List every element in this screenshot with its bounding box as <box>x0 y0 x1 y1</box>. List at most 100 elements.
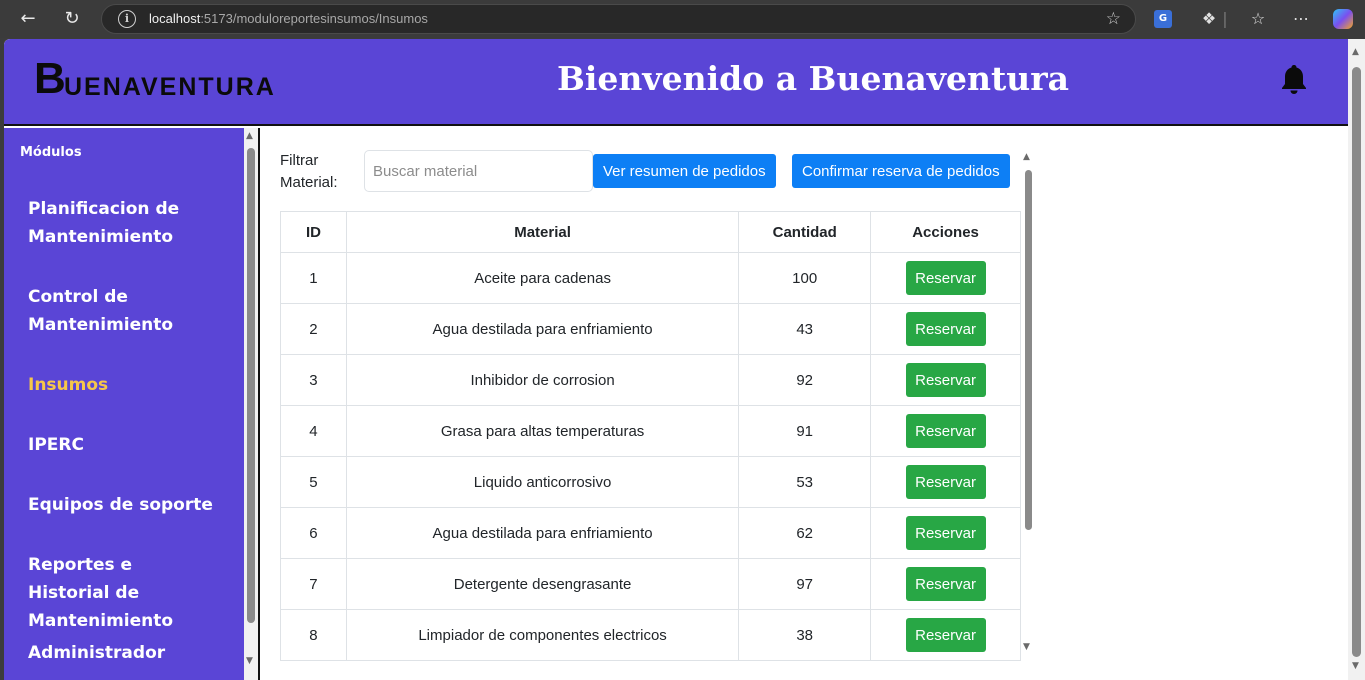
reserve-button[interactable]: Reservar <box>905 414 986 448</box>
more-icon[interactable]: ⋯ <box>1290 8 1312 30</box>
site-info-icon[interactable]: i <box>118 10 136 28</box>
cell-cantidad: 91 <box>738 405 872 457</box>
page-scrollbar[interactable]: ▲ ▼ <box>1348 39 1365 680</box>
column-header-cantidad: Cantidad <box>738 211 872 253</box>
search-material-input[interactable] <box>364 150 593 192</box>
reserve-button[interactable]: Reservar <box>905 312 986 346</box>
sidebar-item-administrador[interactable]: Administrador <box>28 639 228 667</box>
column-header-acciones: Acciones <box>870 211 1021 253</box>
cell-id: 2 <box>280 303 347 355</box>
reserve-button[interactable]: Reservar <box>905 516 986 550</box>
sidebar-item-iperc[interactable]: IPERC <box>28 431 228 459</box>
bell-icon[interactable] <box>1280 63 1308 95</box>
filter-label-line2: Material: <box>280 174 338 191</box>
page-viewport: B UENAVENTURA Bienvenido a Buenaventura … <box>4 39 1365 680</box>
scroll-up-icon[interactable]: ▲ <box>246 131 253 141</box>
materials-table: ID Material Cantidad Acciones 1 Aceite p… <box>280 211 1021 661</box>
cell-id: 7 <box>280 558 347 610</box>
scroll-down-icon[interactable]: ▼ <box>246 656 253 666</box>
cell-actions: Reservar <box>870 609 1021 661</box>
cell-cantidad: 62 <box>738 507 872 559</box>
page-scroll-thumb[interactable] <box>1352 67 1361 657</box>
content-scrollbar[interactable]: ▲ ▼ <box>1023 152 1033 662</box>
cell-actions: Reservar <box>870 354 1021 406</box>
reserve-button[interactable]: Reservar <box>905 363 986 397</box>
sidebar-item-insumos[interactable]: Insumos <box>28 371 228 399</box>
view-orders-summary-button[interactable]: Ver resumen de pedidos <box>593 154 776 188</box>
cell-actions: Reservar <box>870 507 1021 559</box>
cell-actions: Reservar <box>870 405 1021 457</box>
cell-actions: Reservar <box>870 558 1021 610</box>
table-row: 2 Agua destilada para enfriamiento 43 Re… <box>280 303 1021 355</box>
extensions-icon[interactable]: ❖ <box>1198 8 1220 30</box>
cell-id: 5 <box>280 456 347 508</box>
sidebar-scroll-thumb[interactable] <box>247 148 255 623</box>
sidebar-item-control[interactable]: Control de Mantenimiento <box>28 283 228 339</box>
table-row: 5 Liquido anticorrosivo 53 Reservar <box>280 456 1021 508</box>
sidebar-item-reportes[interactable]: Reportes e Historial de Mantenimiento <box>28 551 218 635</box>
cell-material: Liquido anticorrosivo <box>345 456 740 508</box>
cell-id: 3 <box>280 354 347 406</box>
sidebar-scrollbar[interactable]: ▲ ▼ <box>244 128 258 680</box>
scroll-up-icon[interactable]: ▲ <box>1023 152 1030 162</box>
scroll-down-icon[interactable]: ▼ <box>1352 661 1359 671</box>
scroll-up-icon[interactable]: ▲ <box>1352 47 1359 57</box>
table-row: 1 Aceite para cadenas 100 Reservar <box>280 252 1021 304</box>
sidebar-item-equipos[interactable]: Equipos de soporte <box>28 491 228 519</box>
cell-cantidad: 100 <box>738 252 872 304</box>
toolbar-divider: | <box>1222 9 1228 28</box>
column-header-material: Material <box>345 211 740 253</box>
column-header-id: ID <box>280 211 347 253</box>
favorite-star-icon[interactable]: ☆ <box>1106 9 1121 29</box>
sidebar-divider <box>258 128 260 680</box>
back-icon[interactable]: ← <box>16 7 40 31</box>
reserve-button[interactable]: Reservar <box>905 618 986 652</box>
sidebar-heading: Módulos <box>20 145 82 160</box>
cell-cantidad: 43 <box>738 303 872 355</box>
translate-icon[interactable]: G <box>1154 10 1172 28</box>
logo-text: UENAVENTURA <box>64 73 276 101</box>
cell-material: Agua destilada para enfriamiento <box>345 507 740 559</box>
address-bar[interactable]: i localhost:5173/moduloreportesinsumos/I… <box>101 4 1136 34</box>
page-title: Bienvenido a Buenaventura <box>557 59 1069 98</box>
confirm-reservation-button[interactable]: Confirmar reserva de pedidos <box>792 154 1010 188</box>
filter-label-line1: Filtrar <box>280 152 319 169</box>
cell-material: Inhibidor de corrosion <box>345 354 740 406</box>
cell-actions: Reservar <box>870 303 1021 355</box>
cell-id: 4 <box>280 405 347 457</box>
table-row: 4 Grasa para altas temperaturas 91 Reser… <box>280 405 1021 457</box>
cell-material: Agua destilada para enfriamiento <box>345 303 740 355</box>
cell-id: 1 <box>280 252 347 304</box>
table-row: 3 Inhibidor de corrosion 92 Reservar <box>280 354 1021 406</box>
cell-cantidad: 38 <box>738 609 872 661</box>
app-header: B UENAVENTURA Bienvenido a Buenaventura <box>4 39 1348 126</box>
filter-label: Filtrar Material: <box>280 150 338 194</box>
reserve-button[interactable]: Reservar <box>905 465 986 499</box>
favorites-icon[interactable]: ☆ <box>1247 8 1269 30</box>
cell-actions: Reservar <box>870 252 1021 304</box>
cell-cantidad: 53 <box>738 456 872 508</box>
cell-material: Aceite para cadenas <box>345 252 740 304</box>
table-row: 8 Limpiador de componentes electricos 38… <box>280 609 1021 661</box>
cell-id: 8 <box>280 609 347 661</box>
table-row: 6 Agua destilada para enfriamiento 62 Re… <box>280 507 1021 559</box>
cell-id: 6 <box>280 507 347 559</box>
sidebar: Módulos Planificacion de Mantenimiento C… <box>4 128 244 680</box>
cell-material: Grasa para altas temperaturas <box>345 405 740 457</box>
cell-cantidad: 97 <box>738 558 872 610</box>
reserve-button[interactable]: Reservar <box>905 261 986 295</box>
materials-table-container: ID Material Cantidad Acciones 1 Aceite p… <box>280 211 1021 661</box>
cell-material: Detergente desengrasante <box>345 558 740 610</box>
content-scroll-thumb[interactable] <box>1025 170 1032 530</box>
table-row: 7 Detergente desengrasante 97 Reservar <box>280 558 1021 610</box>
copilot-icon[interactable] <box>1333 9 1353 29</box>
url-text: localhost:5173/moduloreportesinsumos/Ins… <box>149 11 428 26</box>
cell-cantidad: 92 <box>738 354 872 406</box>
reserve-button[interactable]: Reservar <box>905 567 986 601</box>
sidebar-item-planificacion[interactable]: Planificacion de Mantenimiento <box>28 195 228 251</box>
browser-toolbar: ← ↻ i localhost:5173/moduloreportesinsum… <box>0 0 1365 38</box>
cell-material: Limpiador de componentes electricos <box>345 609 740 661</box>
scroll-down-icon[interactable]: ▼ <box>1023 642 1030 652</box>
table-header-row: ID Material Cantidad Acciones <box>280 211 1021 253</box>
reload-icon[interactable]: ↻ <box>60 7 84 31</box>
